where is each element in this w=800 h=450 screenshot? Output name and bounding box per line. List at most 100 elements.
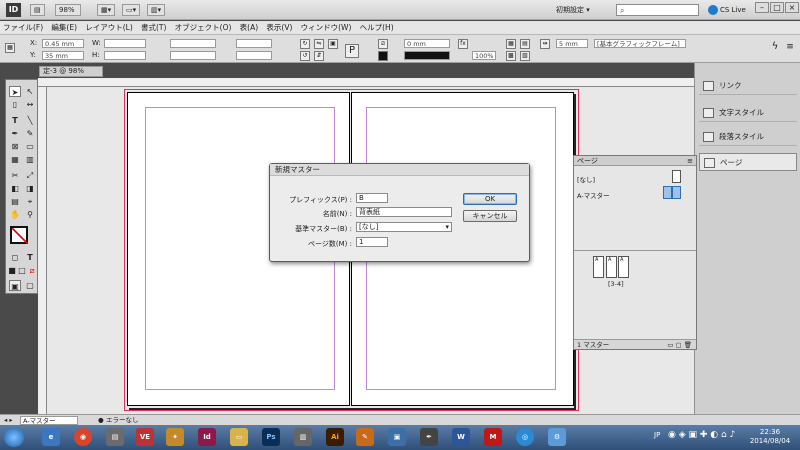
x-position-field[interactable]: 0.45 mm (42, 39, 84, 48)
menu-edit[interactable]: 編集(E) (48, 21, 80, 35)
dialog-title-bar[interactable]: 新規マスター (270, 164, 529, 176)
rectangle-frame-tool-icon[interactable]: ⊠ (9, 141, 21, 152)
menu-layout[interactable]: レイアウト(L) (82, 21, 136, 35)
apply-color-icon[interactable]: ■ (7, 265, 17, 276)
effects-icon[interactable]: fx (458, 39, 468, 49)
bridge-button[interactable]: ▤ (30, 4, 45, 16)
pencil-tool-icon[interactable]: ✎ (24, 128, 36, 139)
type-tool-icon[interactable]: T (9, 115, 21, 126)
view-options-button[interactable]: ▦▾ (97, 4, 116, 16)
app-taskbar-icon[interactable]: ▥ (294, 428, 312, 446)
indesign-taskbar-icon[interactable]: Id (198, 428, 216, 446)
a-master-right-thumbnail[interactable] (672, 186, 681, 199)
panel-menu-icon[interactable]: ≡ (785, 43, 795, 53)
panel-menu-icon[interactable]: ≡ (687, 156, 693, 166)
app-taskbar-icon[interactable]: VE (136, 428, 154, 446)
menu-object[interactable]: オブジェクト(O) (172, 21, 235, 35)
a-master-row[interactable]: A-マスター (577, 190, 610, 200)
taskbar-clock[interactable]: 22:36 2014/08/04 (745, 428, 795, 446)
gap-field[interactable]: 5 mm (556, 39, 588, 48)
chrome-taskbar-icon[interactable]: ◉ (74, 428, 92, 446)
rotate-ccw-icon[interactable]: ↺ (300, 51, 310, 61)
note-tool-icon[interactable]: ▤ (9, 196, 21, 207)
fit-content-icon[interactable]: ▤ (520, 39, 530, 49)
rotate-cw-icon[interactable]: ↻ (300, 39, 310, 49)
fit-frame-icon[interactable]: ▦ (506, 39, 516, 49)
dock-item-links[interactable]: リンク (699, 77, 797, 95)
page-thumbnail[interactable]: A (618, 256, 629, 278)
prefix-input[interactable]: B (356, 193, 388, 203)
selection-tool-icon[interactable]: ➤ (9, 86, 21, 97)
line-tool-icon[interactable]: ╲ (24, 115, 36, 126)
gradient-feather-tool-icon[interactable]: ◨ (24, 183, 36, 194)
horizontal-ruler[interactable] (38, 78, 694, 87)
photoshop-taskbar-icon[interactable]: Ps (262, 428, 280, 446)
app-taskbar-icon[interactable]: ✒ (420, 428, 438, 446)
select-content-icon[interactable]: ▣ (328, 39, 338, 49)
maximize-button[interactable]: □ (770, 2, 784, 13)
stroke-weight-field[interactable]: 0 mm (404, 39, 450, 48)
apply-none-icon[interactable]: ⧄ (27, 265, 37, 276)
object-style-dropdown[interactable]: [基本グラフィックフレーム] (594, 39, 686, 48)
direct-selection-tool-icon[interactable]: ↖ (24, 86, 36, 97)
menu-table[interactable]: 表(A) (237, 21, 261, 35)
scale-y-field[interactable] (170, 51, 216, 60)
none-master-row[interactable]: [なし] (577, 174, 595, 184)
gap-tool-icon[interactable]: ↔ (24, 99, 36, 110)
menu-window[interactable]: ウィンドウ(W) (298, 21, 355, 35)
folder-taskbar-icon[interactable]: ▭ (230, 428, 248, 446)
ok-button[interactable]: OK (463, 193, 517, 205)
page-thumbnail[interactable]: A (606, 256, 617, 278)
lightning-icon[interactable]: ϟ (770, 42, 780, 53)
menu-view[interactable]: 表示(V) (263, 21, 295, 35)
app-taskbar-icon[interactable]: ▤ (106, 428, 124, 446)
rotate-field[interactable] (236, 39, 272, 48)
workspace-switcher[interactable]: 初期設定 ▾ (556, 4, 590, 16)
zoom-level-dropdown[interactable]: 98% (55, 4, 81, 16)
page-count-input[interactable]: 1 (356, 237, 388, 247)
based-on-master-select[interactable]: [なし] ▾ (356, 222, 452, 232)
formatting-container-icon[interactable]: ◻ (9, 252, 21, 263)
menu-help[interactable]: ヘルプ(H) (357, 21, 397, 35)
pen-tool-icon[interactable]: ✒ (9, 128, 21, 139)
none-master-thumbnail[interactable] (672, 170, 681, 183)
a-master-left-thumbnail[interactable] (663, 186, 672, 199)
ime-indicator[interactable]: JP (654, 431, 660, 439)
y-position-field[interactable]: 35 mm (42, 51, 84, 60)
preview-view-icon[interactable]: ▢ (24, 280, 36, 291)
width-field[interactable] (104, 39, 146, 48)
app-taskbar-icon[interactable]: ⚙ (548, 428, 566, 446)
cs-live-button[interactable]: CS Live (708, 4, 746, 16)
scissors-tool-icon[interactable]: ✂ (9, 170, 21, 181)
menu-file[interactable]: ファイル(F) (0, 21, 46, 35)
gradient-swatch-tool-icon[interactable]: ◧ (9, 183, 21, 194)
tray-icons[interactable]: ◉ ◈ ▣ ✚ ◐ ⌂ ♪ (668, 430, 735, 440)
normal-view-icon[interactable]: ▣ (9, 280, 21, 291)
arrange-documents-button[interactable]: ▥▾ (147, 4, 166, 16)
dock-item-paragraph-styles[interactable]: 段落スタイル (699, 128, 797, 146)
flip-vertical-icon[interactable]: ⇵ (314, 51, 324, 61)
app-taskbar-icon[interactable]: ◎ (516, 428, 534, 446)
fill-stroke-swatch-icon[interactable] (10, 226, 28, 244)
app-taskbar-icon[interactable]: ▣ (388, 428, 406, 446)
flip-horizontal-icon[interactable]: ⇋ (314, 39, 324, 49)
shear-field[interactable] (236, 51, 272, 60)
eyedropper-tool-icon[interactable]: ⌖ (24, 196, 36, 207)
illustrator-taskbar-icon[interactable]: Ai (326, 428, 344, 446)
panel-divider[interactable] (574, 250, 696, 251)
page-number-field[interactable]: A-マスター (20, 416, 78, 425)
text-frame-icon[interactable]: P (345, 44, 359, 58)
new-page-icon[interactable]: ▭ ▢ 🗑 (667, 340, 692, 350)
menu-type[interactable]: 書式(T) (138, 21, 169, 35)
zoom-tool-icon[interactable]: ⚲ (24, 209, 36, 220)
table-grid-icon[interactable]: ▦ (9, 154, 21, 165)
center-content-icon[interactable]: ▩ (506, 51, 516, 61)
close-button[interactable]: × (785, 2, 799, 13)
page-thumbnail[interactable]: A (593, 256, 604, 278)
dock-item-pages[interactable]: ページ (699, 153, 797, 171)
height-field[interactable] (104, 51, 146, 60)
reference-point-icon[interactable]: ▦ (5, 43, 15, 53)
gap-tool-icon[interactable]: ⇹ (540, 39, 550, 49)
mcafee-taskbar-icon[interactable]: M (484, 428, 502, 446)
apply-gradient-icon[interactable]: □ (17, 265, 27, 276)
